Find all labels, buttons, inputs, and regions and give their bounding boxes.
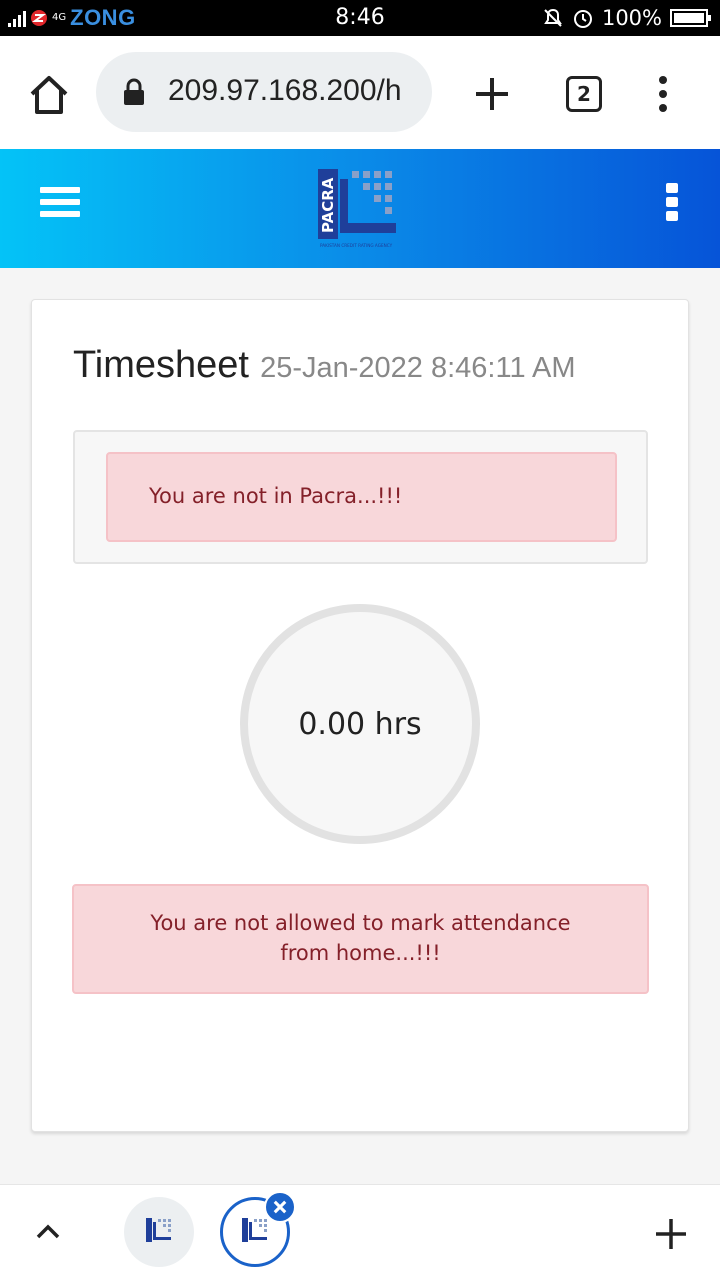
title-row: Timesheet 25-Jan-2022 8:46:11 AM <box>73 344 576 387</box>
bottom-tab-bar <box>0 1184 720 1280</box>
page-title: Timesheet <box>73 344 249 386</box>
hamburger-menu-icon[interactable] <box>40 187 80 223</box>
alarm-icon <box>573 10 592 28</box>
hours-value: 0.00 hrs <box>298 706 422 742</box>
attendance-alert: You are not allowed to mark attendance f… <box>72 884 649 994</box>
url-text: 209.97.168.200/h <box>168 74 402 107</box>
pacra-logo: PACRA PAKISTAN CREDIT RATING AGENCY <box>318 169 396 248</box>
svg-text:PACRA: PACRA <box>319 177 337 233</box>
pacra-logo-small-icon <box>242 1218 267 1242</box>
app-header: PACRA PAKISTAN CREDIT RATING AGENCY <box>0 149 720 268</box>
tab-count-button[interactable]: 2 <box>566 76 602 112</box>
plus-icon[interactable] <box>472 74 512 114</box>
status-right: 100% <box>542 4 711 32</box>
mute-bell-icon <box>544 8 562 27</box>
overflow-menu-icon[interactable] <box>648 72 678 116</box>
battery-icon <box>670 9 711 27</box>
location-notice-panel: You are not in Pacra...!!! <box>73 430 648 564</box>
tab-thumbnail[interactable] <box>124 1197 194 1267</box>
home-icon[interactable] <box>26 72 72 118</box>
new-tab-plus-icon[interactable] <box>654 1217 688 1251</box>
hours-circle: 0.00 hrs <box>240 604 480 844</box>
chevron-up-icon[interactable] <box>34 1221 62 1241</box>
status-bar: 4G ZONG 8:46 100% <box>0 0 720 36</box>
battery-percent: 100% <box>601 6 662 30</box>
close-tab-icon[interactable] <box>264 1191 296 1223</box>
timesheet-card: Timesheet 25-Jan-2022 8:46:11 AM You are… <box>31 299 689 1132</box>
address-bar[interactable]: 209.97.168.200/h <box>96 52 432 132</box>
logo-subtitle: PAKISTAN CREDIT RATING AGENCY <box>320 243 393 248</box>
kebab-menu-icon[interactable] <box>666 183 680 225</box>
browser-toolbar: 209.97.168.200/h 2 <box>0 36 720 149</box>
timestamp: 25-Jan-2022 8:46:11 AM <box>260 352 576 384</box>
lock-icon <box>124 78 144 105</box>
location-alert: You are not in Pacra...!!! <box>106 452 617 542</box>
pacra-logo-small-icon <box>146 1218 171 1242</box>
